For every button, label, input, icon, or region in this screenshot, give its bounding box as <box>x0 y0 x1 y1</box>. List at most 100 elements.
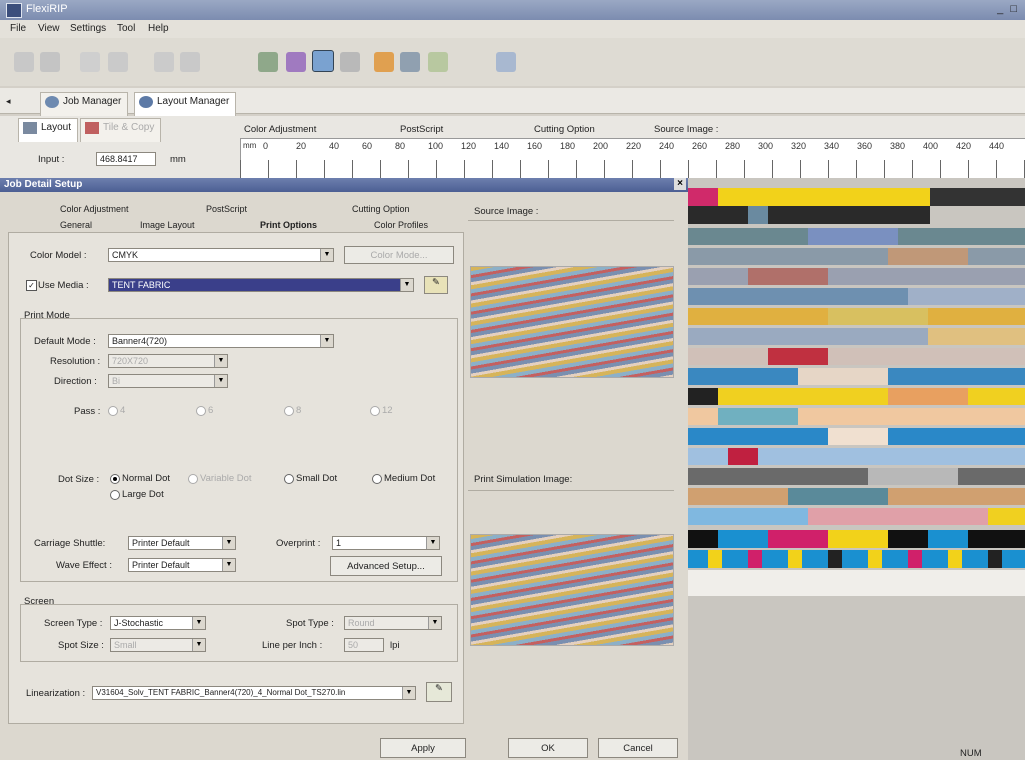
menu-view[interactable]: View <box>38 23 60 34</box>
carriage-shuttle-select[interactable]: Printer Default ▼ <box>128 536 236 550</box>
layout-icon[interactable] <box>312 50 334 72</box>
chevron-down-icon: ▼ <box>428 617 441 629</box>
input-field[interactable]: 468.8417 <box>96 152 156 166</box>
source-image-thumbnail <box>470 266 674 378</box>
header-tab-cutting-option[interactable]: Cutting Option <box>534 124 595 135</box>
pass-option-label: 4 <box>120 405 126 416</box>
screen-type-label: Screen Type : <box>44 618 103 629</box>
pass-radio[interactable] <box>370 406 380 416</box>
ok-button[interactable]: OK <box>508 738 588 758</box>
small-dot-radio[interactable] <box>284 474 294 484</box>
connect-icon[interactable] <box>496 52 516 72</box>
tab-job-manager[interactable]: Job Manager <box>40 92 129 116</box>
ruler-unit: mm <box>243 141 257 150</box>
tab-postscript[interactable]: PostScript <box>206 204 247 214</box>
dialog-title: Job Detail Setup <box>4 179 83 190</box>
pass-radio[interactable] <box>284 406 294 416</box>
spot-size-label: Spot Size : <box>58 640 104 651</box>
media-settings-button[interactable]: ✎ <box>424 276 448 294</box>
tab-color-adjustment[interactable]: Color Adjustment <box>60 204 129 214</box>
cancel-button[interactable]: Cancel <box>598 738 678 758</box>
save-icon[interactable] <box>80 52 100 72</box>
medium-dot-radio[interactable] <box>372 474 382 484</box>
ruler-label: 260 <box>692 141 708 151</box>
pass-radio[interactable] <box>196 406 206 416</box>
lpi-label: Line per Inch : <box>262 640 323 651</box>
print-icon[interactable] <box>154 52 174 72</box>
close-icon[interactable]: × <box>674 178 686 190</box>
lpi-input[interactable]: 50 <box>344 638 384 652</box>
open-icon[interactable] <box>40 52 60 72</box>
ruler-icon[interactable] <box>340 52 360 72</box>
tab-print-options[interactable]: Print Options <box>260 220 317 230</box>
clock-icon[interactable] <box>428 52 448 72</box>
rip-icon[interactable] <box>400 52 420 72</box>
window-controls[interactable]: _ □ <box>997 3 1019 15</box>
zoom-icon[interactable] <box>258 52 278 72</box>
rotate-icon[interactable] <box>108 52 128 72</box>
screen-group <box>20 604 458 662</box>
ruler-label: 0 <box>263 141 269 151</box>
chevron-down-icon: ▼ <box>426 537 439 549</box>
default-mode-select[interactable]: Banner4(720) ▼ <box>108 334 334 348</box>
ruler-label: 200 <box>593 141 609 151</box>
use-media-checkbox[interactable]: ✓ <box>26 280 37 291</box>
input-label: Input : <box>38 154 65 165</box>
chevron-down-icon: ▼ <box>222 537 235 549</box>
resolution-select[interactable]: 720X720 ▼ <box>108 354 228 368</box>
apply-button[interactable]: Apply <box>380 738 466 758</box>
normal-dot-label: Normal Dot <box>122 473 171 484</box>
menu-settings[interactable]: Settings <box>70 23 106 34</box>
tile-copy-icon <box>85 122 99 134</box>
job-manager-icon <box>45 96 59 108</box>
layout-tab-icon <box>23 122 37 134</box>
header-tab-postscript[interactable]: PostScript <box>400 124 443 135</box>
large-dot-radio[interactable] <box>110 490 120 500</box>
overprint-select[interactable]: 1 ▼ <box>332 536 440 550</box>
tab-tile-copy[interactable]: Tile & Copy <box>80 118 162 142</box>
linearization-settings-button[interactable]: ✎ <box>426 682 452 702</box>
color-icon[interactable] <box>286 52 306 72</box>
scroll-left-icon[interactable]: ◂ <box>6 96 11 107</box>
layout-manager-icon <box>139 96 153 108</box>
color-model-select[interactable]: CMYK ▼ <box>108 248 334 262</box>
header-tab-color-adjustment[interactable]: Color Adjustment <box>244 124 316 135</box>
pass-label: Pass : <box>74 406 101 417</box>
normal-dot-radio[interactable] <box>110 474 120 484</box>
tab-color-profiles[interactable]: Color Profiles <box>374 220 428 230</box>
ruler-label: 140 <box>494 141 510 151</box>
dialog-title-bar: Job Detail Setup × <box>0 178 688 192</box>
color-mode-button[interactable]: Color Mode... <box>344 246 454 264</box>
menu-tool[interactable]: Tool <box>117 23 135 34</box>
app-title-bar: FlexiRIP _ □ <box>0 0 1025 20</box>
ruler-label: 160 <box>527 141 543 151</box>
ruler-label: 300 <box>758 141 774 151</box>
tab-layout-manager[interactable]: Layout Manager <box>134 92 237 116</box>
advanced-setup-button[interactable]: Advanced Setup... <box>330 556 442 576</box>
toolbar <box>0 38 1025 86</box>
tab-cutting-option[interactable]: Cutting Option <box>352 204 410 214</box>
dot-size-label: Dot Size : <box>58 474 100 485</box>
wave-effect-select[interactable]: Printer Default ▼ <box>128 558 236 572</box>
menu-help[interactable]: Help <box>148 23 169 34</box>
spot-type-select[interactable]: Round ▼ <box>344 616 442 630</box>
new-icon[interactable] <box>14 52 34 72</box>
screen-type-select[interactable]: J-Stochastic ▼ <box>110 616 206 630</box>
pass-option-label: 12 <box>382 405 393 416</box>
use-media-select[interactable]: TENT FABRIC ▼ <box>108 278 414 292</box>
preview-icon[interactable] <box>180 52 200 72</box>
menu-file[interactable]: File <box>10 23 26 34</box>
carriage-shuttle-label: Carriage Shuttle: <box>34 538 106 549</box>
spot-size-select[interactable]: Small ▼ <box>110 638 206 652</box>
ruler-ticks <box>240 160 1025 179</box>
tab-image-layout[interactable]: Image Layout <box>140 220 195 230</box>
variable-dot-radio[interactable] <box>188 474 198 484</box>
ruler-label: 120 <box>461 141 477 151</box>
linearization-select[interactable]: V31604_Solv_TENT FABRIC_Banner4(720)_4_N… <box>92 686 416 700</box>
palette-icon[interactable] <box>374 52 394 72</box>
direction-label: Direction : <box>54 376 97 387</box>
tab-layout[interactable]: Layout <box>18 118 79 142</box>
pass-radio[interactable] <box>108 406 118 416</box>
tab-general[interactable]: General <box>60 220 92 230</box>
direction-select[interactable]: Bi ▼ <box>108 374 228 388</box>
